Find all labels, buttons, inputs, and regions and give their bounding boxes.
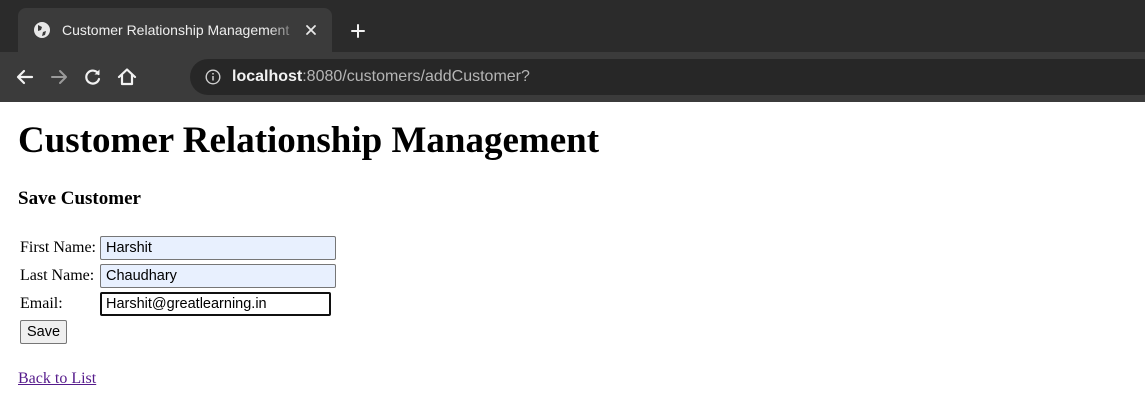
save-button[interactable]: Save: [20, 320, 68, 344]
tab-strip: Customer Relationship Management: [0, 0, 1145, 52]
plus-icon[interactable]: [343, 16, 373, 46]
email-label: Email:: [20, 295, 63, 312]
reload-icon[interactable]: [81, 65, 105, 89]
customer-form-table: First Name: Last Name: Email: Save: [17, 233, 339, 347]
back-to-list-link[interactable]: Back to List: [18, 370, 96, 388]
address-bar[interactable]: localhost:8080/customers/addCustomer?: [190, 59, 1145, 95]
browser-chrome: Customer Relationship Management localho…: [0, 0, 1145, 102]
save-row: Save: [19, 319, 337, 345]
browser-toolbar: localhost:8080/customers/addCustomer?: [0, 52, 1145, 102]
last-name-row: Last Name:: [19, 263, 337, 289]
email-field[interactable]: [100, 292, 331, 316]
url-host: localhost: [232, 68, 303, 85]
form-heading: Save Customer: [18, 188, 141, 209]
page-title: Customer Relationship Management: [18, 120, 600, 161]
last-name-label: Last Name:: [20, 267, 95, 284]
save-cell: Save: [19, 319, 97, 345]
save-customer-form: First Name: Last Name: Email: Save: [18, 233, 1145, 347]
first-name-field[interactable]: [100, 236, 336, 260]
home-icon[interactable]: [115, 65, 139, 89]
last-name-field[interactable]: [100, 264, 336, 288]
tab-title: Customer Relationship Management: [62, 22, 290, 38]
info-icon[interactable]: [204, 68, 222, 86]
first-name-row: First Name:: [19, 235, 337, 261]
url-path: :8080/customers/addCustomer?: [302, 68, 530, 85]
forward-arrow-icon[interactable]: [47, 65, 71, 89]
globe-icon: [32, 20, 52, 40]
url-text: localhost:8080/customers/addCustomer?: [232, 68, 530, 86]
email-cell: [99, 291, 337, 317]
close-icon[interactable]: [302, 21, 320, 39]
page-content: Customer Relationship Management Save Cu…: [0, 120, 1145, 388]
first-name-cell: [99, 235, 337, 261]
email-row: Email:: [19, 291, 337, 317]
last-name-cell: [99, 263, 337, 289]
first-name-label: First Name:: [20, 239, 96, 256]
back-arrow-icon[interactable]: [13, 65, 37, 89]
browser-tab[interactable]: Customer Relationship Management: [18, 8, 332, 52]
